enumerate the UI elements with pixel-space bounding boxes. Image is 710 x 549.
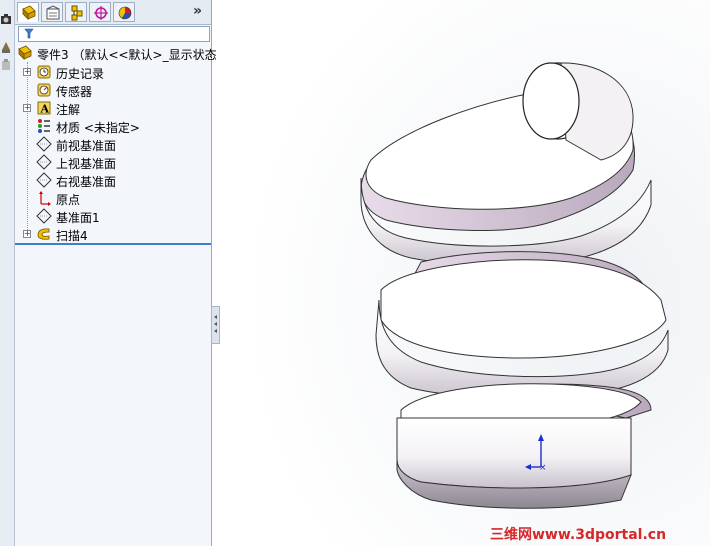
tab-configuration-manager[interactable]	[65, 2, 87, 22]
tree-item-origin[interactable]: 原点	[15, 189, 211, 207]
tree-item-label: 历史记录	[56, 67, 105, 81]
configuration-manager-icon	[71, 5, 83, 21]
tree-item-label: 传感器	[56, 85, 93, 99]
tree-item-history[interactable]: + 历史记录	[15, 63, 211, 81]
tree-item-label: 前视基准面	[56, 139, 117, 153]
plane-icon	[36, 136, 52, 152]
tree-item-label: 材质 <未指定>	[56, 121, 140, 135]
origin-icon	[39, 191, 51, 206]
svg-text:A: A	[40, 103, 50, 116]
filter-field[interactable]	[18, 26, 210, 42]
tree-item-label: 右视基准面	[56, 175, 117, 189]
toolbar-tool-icon-2[interactable]	[0, 58, 12, 72]
display-manager-icon	[118, 6, 132, 20]
plane-icon	[36, 154, 52, 170]
expand-toggle[interactable]: +	[23, 68, 31, 76]
material-icon	[38, 119, 50, 133]
plane-icon	[36, 208, 52, 224]
sensor-icon	[37, 83, 51, 97]
tab-display-manager[interactable]	[113, 2, 135, 22]
filter-icon[interactable]	[24, 28, 34, 40]
tree-root-label: 零件3 （默认<<默认>_显示状态	[37, 48, 217, 62]
history-icon	[37, 65, 51, 79]
tree-item-label: 注解	[56, 103, 81, 117]
svg-text:×: ×	[539, 463, 547, 473]
tree-item-sweep4[interactable]: + 扫描4	[15, 225, 211, 243]
tree-separator	[15, 243, 211, 245]
grip-icon	[214, 315, 217, 333]
tree-item-label: 上视基准面	[56, 157, 117, 171]
tree-item-label: 基准面1	[56, 211, 100, 225]
tree-item-front-plane[interactable]: 前视基准面	[15, 135, 211, 153]
graphics-viewport[interactable]: ×	[221, 0, 710, 546]
tree-root[interactable]: 零件3 （默认<<默认>_显示状态	[15, 44, 217, 62]
tree-item-label: 扫描4	[56, 229, 88, 243]
plane-icon	[36, 172, 52, 188]
part-icon	[18, 45, 32, 60]
dimxpert-icon	[94, 6, 108, 20]
property-manager-icon	[46, 5, 60, 20]
sweep-icon	[37, 228, 50, 240]
spring-model[interactable]: ×	[221, 0, 710, 546]
feature-manager-panel: » 零件3 （默认<<默认>_显示状态 + 历史记录 传感器 + A 注解 材质…	[15, 0, 217, 546]
expand-toggle[interactable]: +	[23, 230, 31, 238]
panel-tab-bar: »	[15, 0, 211, 25]
panel-splitter-handle[interactable]	[211, 306, 220, 344]
annotation-icon: A	[37, 101, 51, 116]
tab-feature-manager[interactable]	[17, 2, 39, 22]
tree-item-annotations[interactable]: + A 注解	[15, 99, 211, 117]
tab-dimxpert[interactable]	[89, 2, 111, 22]
tree-item-right-plane[interactable]: 右视基准面	[15, 171, 211, 189]
expand-toggle[interactable]: +	[23, 104, 31, 112]
tree-item-sensors[interactable]: 传感器	[15, 81, 211, 99]
more-tabs-button[interactable]: »	[193, 3, 202, 19]
feature-manager-icon	[22, 5, 36, 20]
tree-item-label: 原点	[56, 193, 81, 207]
camera-icon[interactable]	[0, 12, 12, 26]
tree-item-material[interactable]: 材质 <未指定>	[15, 117, 211, 135]
tree-item-top-plane[interactable]: 上视基准面	[15, 153, 211, 171]
watermark: 三维网www.3dportal.cn	[490, 527, 667, 543]
left-toolbar-strip	[0, 0, 15, 546]
tree-item-plane1[interactable]: 基准面1	[15, 207, 211, 225]
tab-property-manager[interactable]	[41, 2, 63, 22]
toolbar-tool-icon[interactable]	[0, 40, 12, 54]
